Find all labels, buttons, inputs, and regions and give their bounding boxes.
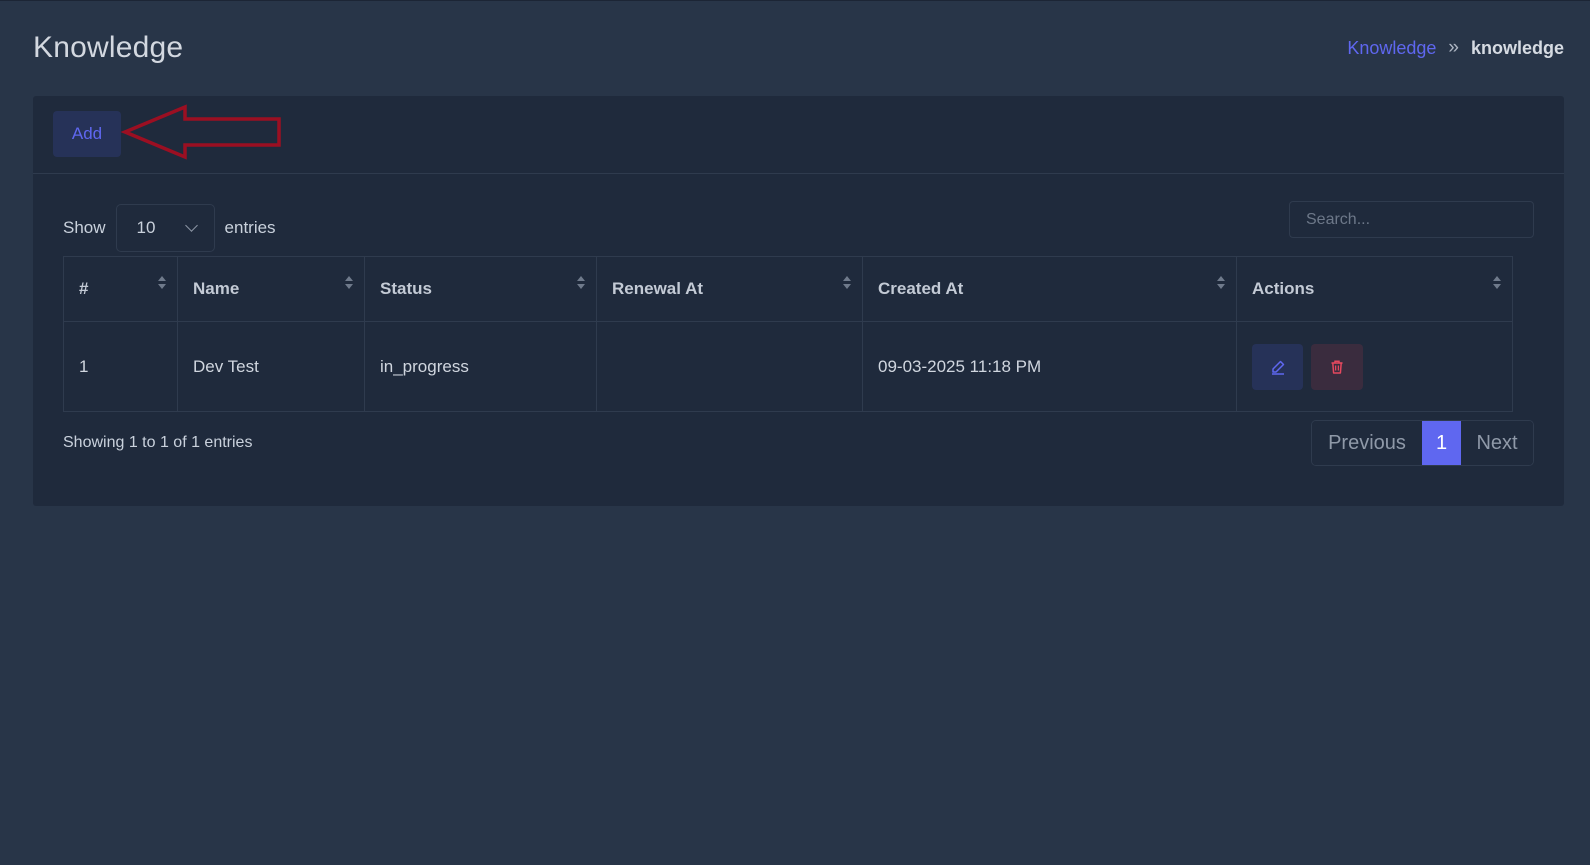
page-title: Knowledge: [33, 31, 184, 64]
add-button[interactable]: Add: [53, 111, 121, 157]
table-wrapper: # Name Status Renewal At Created At Acti…: [63, 256, 1513, 412]
knowledge-table: # Name Status Renewal At Created At Acti…: [63, 256, 1513, 412]
sort-icon: [158, 276, 166, 292]
row-actions: [1252, 322, 1497, 411]
column-header-created-at[interactable]: Created At: [862, 256, 1237, 322]
breadcrumb-current: knowledge: [1470, 37, 1564, 58]
delete-button[interactable]: [1311, 343, 1363, 390]
show-label: Show: [63, 218, 106, 237]
cell-actions: [1236, 321, 1513, 412]
table-controls: Show 10 entries: [63, 201, 1534, 252]
trash-icon: [1331, 360, 1343, 374]
cell-renewal-at: [596, 321, 863, 412]
sort-icon: [843, 276, 851, 292]
annotation-arrow-icon: [121, 104, 281, 160]
entries-label: entries: [224, 218, 276, 237]
cell-created-at: 09-03-2025 11:18 PM: [862, 321, 1237, 412]
sort-icon: [577, 276, 585, 292]
breadcrumb-separator: »: [1448, 37, 1459, 58]
breadcrumb-link-knowledge[interactable]: Knowledge: [1347, 38, 1436, 59]
card-header: Add: [33, 96, 1564, 174]
entries-select[interactable]: 10: [115, 204, 215, 252]
pencil-icon: [1271, 360, 1284, 375]
sort-icon: [345, 276, 353, 292]
sort-icon: [1217, 276, 1225, 292]
pagination-next[interactable]: Next: [1461, 421, 1533, 465]
cell-status: in_progress: [364, 321, 597, 412]
cell-index: 1: [63, 321, 178, 412]
entries-length: Show 10 entries: [63, 204, 276, 252]
column-header-renewal-at[interactable]: Renewal At: [596, 256, 863, 322]
column-header-actions[interactable]: Actions: [1236, 256, 1513, 322]
page-header: Knowledge Knowledge » knowledge: [33, 28, 1564, 68]
column-header-name[interactable]: Name: [177, 256, 365, 322]
table-info: Showing 1 to 1 of 1 entries: [63, 434, 253, 451]
entries-select-value: 10: [136, 218, 156, 237]
knowledge-card: Add Show 10 entries # Name S: [33, 96, 1564, 506]
table-row: 1 Dev Test in_progress 09-03-2025 11:18 …: [63, 321, 1513, 412]
sort-icon: [1493, 276, 1501, 292]
table-header-row: # Name Status Renewal At Created At Acti…: [63, 256, 1513, 322]
edit-button[interactable]: [1252, 343, 1303, 390]
column-header-index[interactable]: #: [63, 256, 178, 322]
column-header-status[interactable]: Status: [364, 256, 597, 322]
breadcrumb: Knowledge » knowledge: [1347, 37, 1564, 59]
chevron-down-icon: [184, 219, 198, 232]
pagination-page-1[interactable]: 1: [1422, 421, 1461, 465]
pagination: Previous 1 Next: [1311, 420, 1534, 466]
cell-name: Dev Test: [177, 321, 365, 412]
top-border: [0, 0, 1590, 1]
pagination-previous[interactable]: Previous: [1312, 421, 1422, 465]
search-input[interactable]: [1289, 201, 1534, 238]
